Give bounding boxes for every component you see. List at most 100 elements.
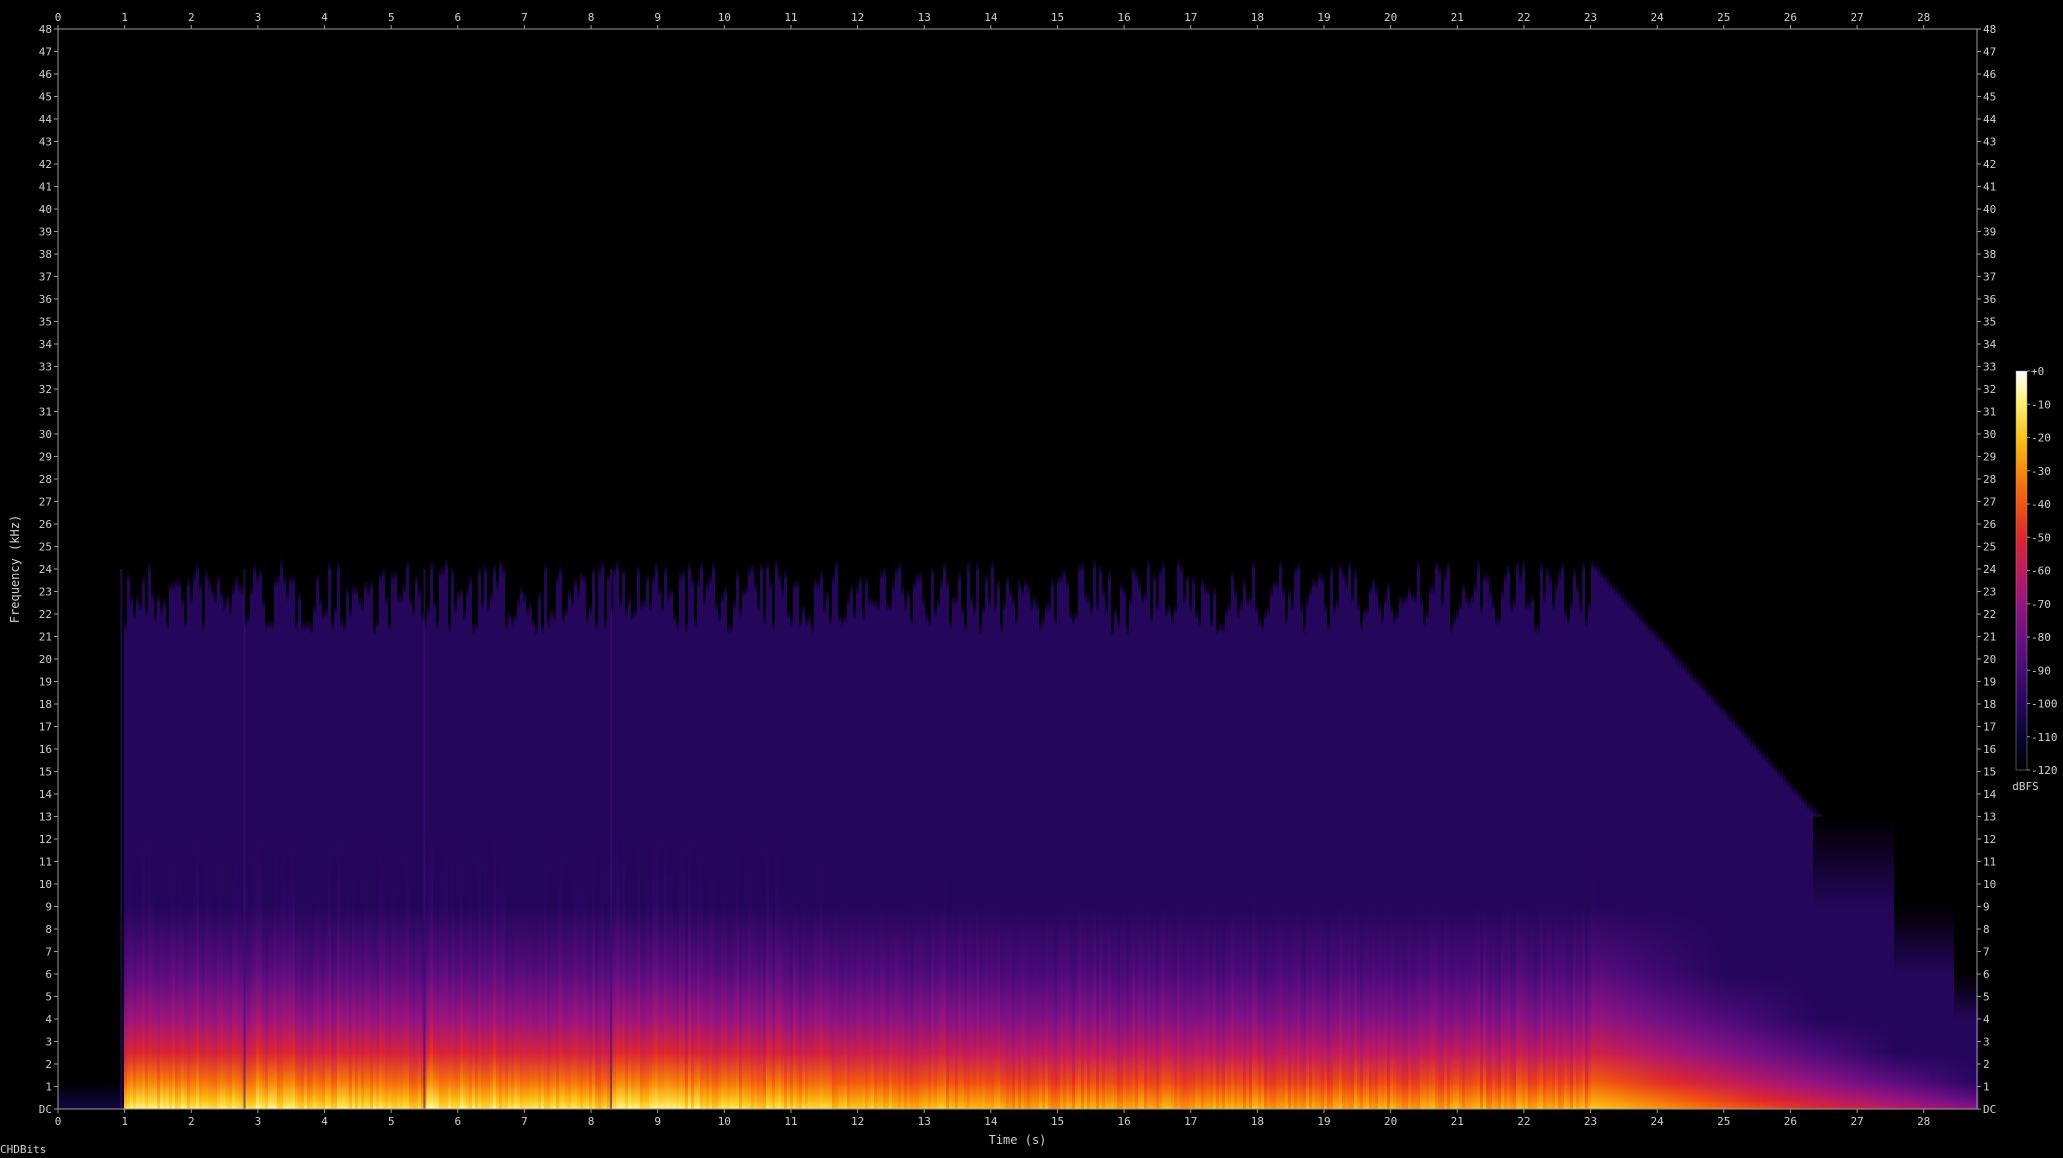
spectrogram-slice bbox=[223, 29, 227, 1109]
spectrogram-slice bbox=[445, 29, 449, 1109]
spectrogram-slice bbox=[1057, 29, 1061, 1109]
x-tick-label-bottom: 10 bbox=[718, 1115, 731, 1128]
y-tick-label-right: 15 bbox=[1983, 766, 1996, 779]
spectrogram-slice bbox=[1618, 29, 1622, 1109]
y-tick-label-right: 13 bbox=[1983, 811, 1996, 824]
x-tick-label-top: 8 bbox=[588, 11, 595, 24]
spectrogram-slice bbox=[1426, 29, 1430, 1109]
y-tick-label-right: 9 bbox=[1983, 901, 1990, 914]
spectrogram-slice bbox=[550, 29, 554, 1109]
spectrogram-slice bbox=[856, 29, 860, 1109]
spectrogram-slice bbox=[1591, 29, 1595, 1109]
spectrogram-slice bbox=[1600, 29, 1604, 1109]
y-tick-label-right: 1 bbox=[1983, 1081, 1990, 1094]
y-tick-label-right: 21 bbox=[1983, 631, 1996, 644]
colorbar-tick-label: -120 bbox=[2031, 764, 2058, 777]
x-tick-label-top: 18 bbox=[1251, 11, 1264, 24]
spectrogram-slice bbox=[1672, 29, 1676, 1109]
spectrogram-slice bbox=[310, 29, 314, 1109]
spectrogram-slice bbox=[1402, 29, 1406, 1109]
spectrogram-slice bbox=[250, 29, 254, 1109]
spectrogram-slice bbox=[955, 29, 959, 1109]
x-tick-label-bottom: 25 bbox=[1717, 1115, 1730, 1128]
spectrogram-slice bbox=[835, 29, 839, 1109]
spectrogram-slice bbox=[1588, 29, 1592, 1109]
spectrogram-slice bbox=[1810, 29, 1814, 1109]
spectrogram-slice bbox=[1702, 29, 1706, 1109]
x-tick-label-top: 20 bbox=[1384, 11, 1397, 24]
spectrogram-slice bbox=[505, 29, 509, 1109]
spectrogram-slice bbox=[889, 29, 893, 1109]
y-tick-label-right: 34 bbox=[1983, 338, 1997, 351]
colorbar-tick-label: -80 bbox=[2031, 631, 2051, 644]
spectrogram-slice bbox=[1228, 29, 1232, 1109]
spectrogram-slice bbox=[1462, 29, 1466, 1109]
spectrogram-slice bbox=[139, 29, 143, 1109]
spectrogram-slice bbox=[964, 29, 968, 1109]
spectrogram-slice bbox=[916, 29, 920, 1109]
spectrogram-slice bbox=[1393, 29, 1397, 1109]
spectrogram-slice bbox=[415, 29, 419, 1109]
spectrogram-slice bbox=[1093, 29, 1097, 1109]
spectrogram-slice bbox=[973, 29, 977, 1109]
spectrogram-slice bbox=[769, 29, 773, 1109]
spectrogram-slice bbox=[217, 29, 221, 1109]
x-tick-label-bottom: 22 bbox=[1517, 1115, 1530, 1128]
spectrogram-slice bbox=[895, 29, 899, 1109]
spectrogram-slice bbox=[493, 29, 497, 1109]
y-tick-label-left: 15 bbox=[39, 766, 52, 779]
spectrogram-slice bbox=[766, 29, 770, 1109]
spectrogram-slice bbox=[1390, 29, 1394, 1109]
spectrogram-slice bbox=[1768, 29, 1772, 1109]
spectrogram-slice bbox=[1348, 29, 1352, 1109]
spectrogram-slice bbox=[1084, 29, 1088, 1109]
onset-transient bbox=[423, 569, 426, 1109]
spectrogram-slice bbox=[124, 29, 128, 1109]
spectrogram-slice bbox=[928, 29, 932, 1109]
y-tick-label-left: 20 bbox=[39, 653, 52, 666]
spectrogram-slice bbox=[148, 29, 152, 1109]
spectrogram-slice bbox=[1141, 29, 1145, 1109]
spectrogram-slice bbox=[478, 29, 482, 1109]
y-tick-label-left: 44 bbox=[39, 113, 53, 126]
spectrogram-slice bbox=[82, 29, 86, 1109]
onset-transient bbox=[243, 569, 246, 1109]
x-tick-label-bottom: 0 bbox=[55, 1115, 62, 1128]
spectrogram-slice bbox=[1966, 29, 1970, 1109]
x-tick-label-top: 23 bbox=[1584, 11, 1597, 24]
y-tick-label-right: 19 bbox=[1983, 676, 1996, 689]
spectrogram-slice bbox=[1531, 29, 1535, 1109]
spectrogram-slice bbox=[1732, 29, 1736, 1109]
spectrogram-slice bbox=[799, 29, 803, 1109]
spectrogram-slice bbox=[1792, 29, 1796, 1109]
spectrogram-slice bbox=[1948, 29, 1952, 1109]
spectrogram-slice bbox=[541, 29, 545, 1109]
spectrogram-slice bbox=[85, 29, 89, 1109]
spectrogram-slice bbox=[133, 29, 137, 1109]
spectrogram-slice bbox=[817, 29, 821, 1109]
spectrogram-slice bbox=[1225, 29, 1229, 1109]
spectrogram-slice bbox=[862, 29, 866, 1109]
spectrogram-slice bbox=[268, 29, 272, 1109]
spectrogram-slice bbox=[1615, 29, 1619, 1109]
y-tick-label-left: 33 bbox=[39, 361, 52, 374]
y-tick-label-left: 43 bbox=[39, 136, 52, 149]
y-tick-label-right: 41 bbox=[1983, 181, 1996, 194]
y-tick-label-left: 29 bbox=[39, 451, 52, 464]
spectrogram-slice bbox=[796, 29, 800, 1109]
y-tick-label-left: 46 bbox=[39, 68, 52, 81]
spectrogram-slice bbox=[1204, 29, 1208, 1109]
y-tick-label-right: 4 bbox=[1983, 1013, 1990, 1026]
spectrogram-slice bbox=[334, 29, 338, 1109]
spectrogram-slice bbox=[1909, 29, 1913, 1109]
spectrogram-slice bbox=[934, 29, 938, 1109]
spectrogram-slice bbox=[1711, 29, 1715, 1109]
x-tick-label-bottom: 7 bbox=[521, 1115, 528, 1128]
spectrogram-slice bbox=[190, 29, 194, 1109]
spectrogram-slice bbox=[1252, 29, 1256, 1109]
spectrogram-slice bbox=[178, 29, 182, 1109]
spectrogram-slice bbox=[1237, 29, 1241, 1109]
spectrogram-slice bbox=[1027, 29, 1031, 1109]
spectrogram-slice bbox=[1339, 29, 1343, 1109]
spectrogram-slice bbox=[1939, 29, 1943, 1109]
